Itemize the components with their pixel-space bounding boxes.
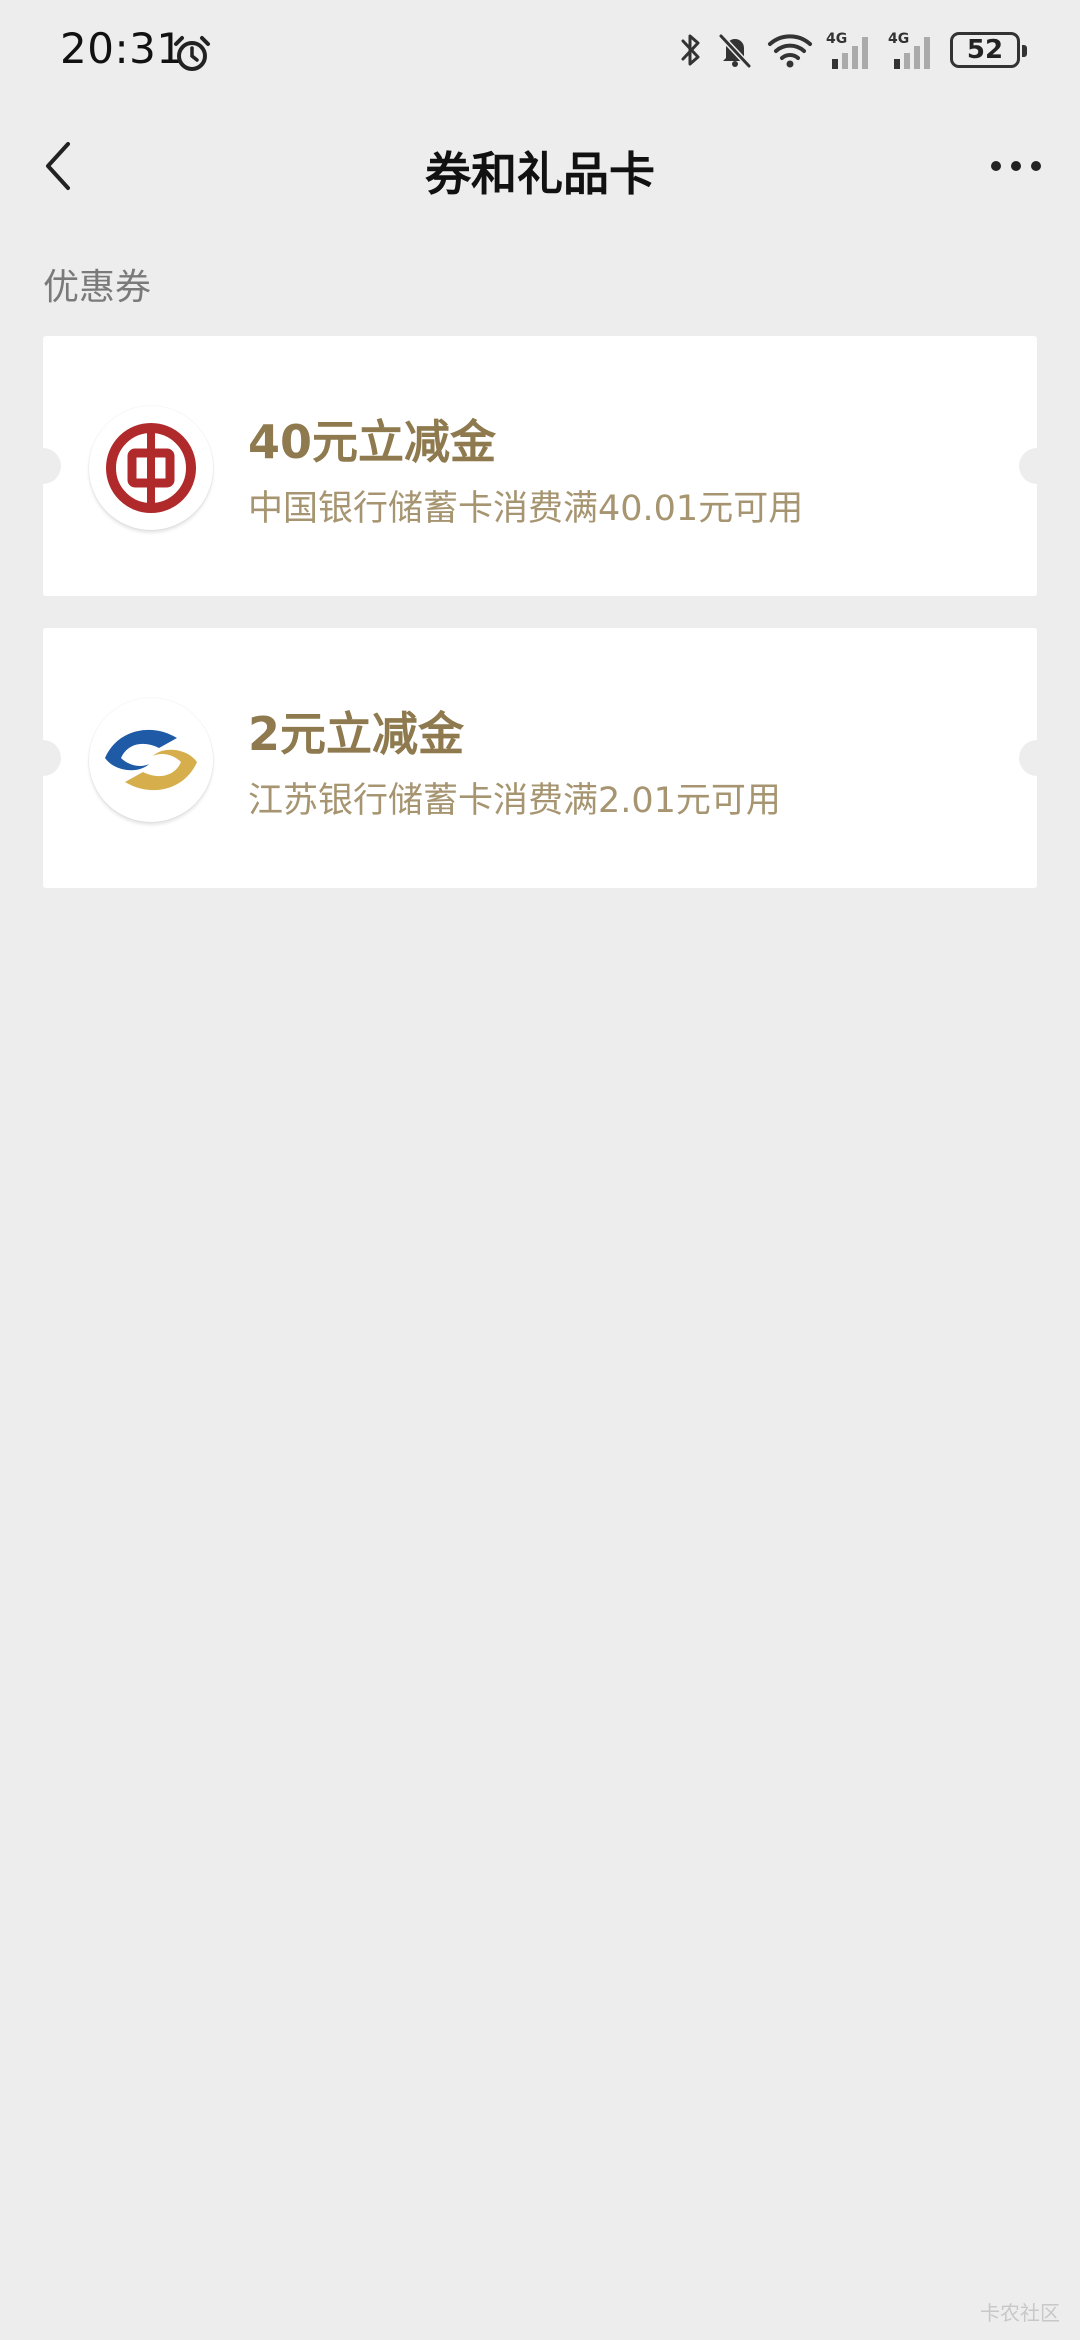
muted-bell-icon — [718, 33, 752, 69]
bluetooth-icon — [681, 34, 700, 66]
bank-of-jiangsu-logo-icon — [105, 729, 197, 791]
coupon-title: 2元立减金 — [248, 707, 465, 761]
status-time: 20:31 — [60, 24, 184, 73]
signal-4g-icon-1: 4G — [826, 31, 868, 69]
signal-4g-icon-2: 4G — [888, 31, 930, 69]
status-bar: 20:31 4G 4G 52 — [0, 0, 1080, 100]
battery-level: 52 — [966, 35, 1004, 65]
alarm-clock-icon — [174, 36, 210, 71]
coupon-description: 江苏银行储蓄卡消费满2.01元可用 — [248, 781, 781, 821]
more-button[interactable] — [976, 138, 1056, 194]
coupon-card[interactable]: 2元立减金 江苏银行储蓄卡消费满2.01元可用 — [25, 628, 1055, 888]
page-title: 券和礼品卡 — [425, 147, 655, 201]
coupon-description: 中国银行储蓄卡消费满40.01元可用 — [248, 489, 804, 529]
wifi-icon — [768, 34, 812, 68]
battery-icon: 52 — [950, 32, 1027, 68]
nav-bar: 券和礼品卡 — [0, 110, 1080, 222]
status-icons: 4G 4G 52 — [678, 28, 1027, 72]
watermark: 卡农社区 — [980, 2301, 1060, 2325]
network-label-2: 4G — [888, 31, 909, 47]
more-dots-icon — [991, 161, 1041, 171]
coupon-logo — [89, 406, 213, 530]
coupon-card[interactable]: 40元立减金 中国银行储蓄卡消费满40.01元可用 — [25, 336, 1055, 596]
network-label-1: 4G — [826, 31, 847, 47]
section-label-coupons: 优惠券 — [43, 267, 152, 308]
coupon-title: 40元立减金 — [248, 415, 497, 469]
bank-of-china-logo-icon — [106, 423, 196, 513]
coupon-logo — [89, 698, 213, 822]
